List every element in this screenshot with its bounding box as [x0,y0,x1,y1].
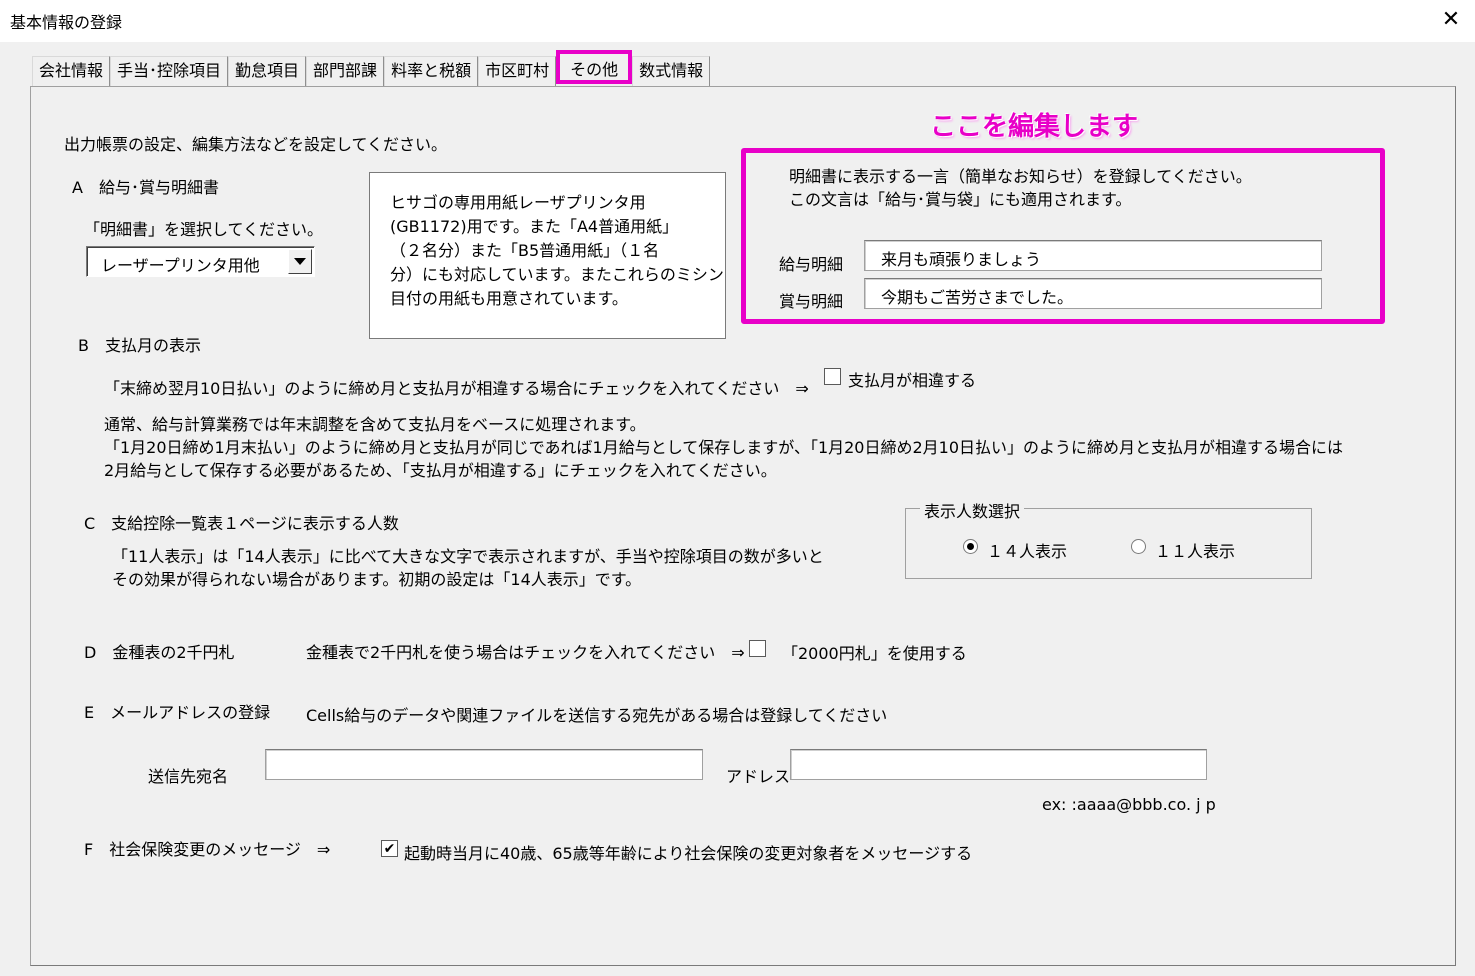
section-f-heading: F 社会保険変更のメッセージ ⇒ [84,840,331,859]
info-line: 目付の用紙も用意されています。 [390,289,628,308]
info-line: ヒサゴの専用用紙レーザプリンタ用 [390,193,646,212]
checkmark-icon: ✔ [383,840,396,857]
people-display-desc-1: 「11人表示」は「14人表示」に比べて大きな文字で表示されますが、手当や控除項目… [112,547,824,566]
payment-note-1: 通常、給与計算業務では年末調整を含めて支払月をベースに処理されます。 [104,415,646,434]
two-thousand-yen-checkbox[interactable] [749,640,766,657]
close-icon[interactable]: ✕ [1438,6,1464,32]
section-a-heading: A 給与･賞与明細書 [72,178,219,197]
recipient-name-input[interactable] [265,749,703,780]
tab-departments[interactable]: 部門部課 [306,56,385,86]
email-instruction: Cells給与のデータや関連ファイルを送信する宛先がある場合は登録してください [306,706,888,725]
info-line: 分）にも対応しています。またこれらのミシン [390,265,724,284]
select-prompt: 「明細書」を選択してください。 [84,220,324,239]
tab-rates-taxes[interactable]: 料率と税額 [384,56,479,86]
people-display-desc-2: その効果が得られない場合があります。初期の設定は「14人表示」です。 [112,570,642,589]
tab-other[interactable]: その他 [556,50,633,84]
people-count-group-title: 表示人数選択 [920,498,1025,522]
payment-note-2: 「1月20日締め1月末払い」のように締め月と支払月が同じであれば1月給与として保… [104,438,1344,457]
edit-here-callout: ここを編集します [930,112,1139,142]
section-d-heading: D 金種表の2千円札 [84,643,235,662]
tab-attendance[interactable]: 勤怠項目 [228,56,307,86]
radio-14-people[interactable] [963,539,978,554]
bonus-message-value: 今期もご苦労さまでした。 [881,288,1074,307]
tab-bar: 会社情報 手当･控除項目 勤怠項目 部門部課 料率と税額 市区町村 その他 数式… [32,50,711,86]
insurance-message-label[interactable]: 起動時当月に40歳、65歳等年齢により社会保険の変更対象者をメッセージする [404,840,972,864]
recipient-name-label: 送信先宛名 [148,767,229,786]
intro-text: 出力帳票の設定、編集方法などを設定してください。 [64,135,448,154]
bonus-message-input[interactable]: 今期もご苦労さまでした。 [864,278,1322,309]
insurance-message-checkbox[interactable]: ✔ [381,840,398,857]
section-b-heading: B 支払月の表示 [78,336,201,355]
payment-month-differs-checkbox[interactable] [824,368,841,385]
section-c-heading: C 支給控除一覧表１ページに表示する人数 [84,514,399,533]
title-bar: 基本情報の登録 ✕ [0,0,1475,42]
combo-value: レーザープリンタ用他 [101,256,260,275]
radio-11-people[interactable] [1131,539,1146,554]
email-address-label: アドレス [726,767,791,786]
payment-note-3: 2月給与として保存する必要があるため、「支払月が相違する」にチェックを入れてくだ… [104,461,777,480]
email-example: ex: :aaaa@bbb.co. j p [1042,795,1216,814]
message-instruction-1: 明細書に表示する一言（簡単なお知らせ）を登録してください。 [789,167,1252,186]
radio-11-label[interactable]: １１人表示 [1155,538,1235,562]
chevron-down-icon[interactable] [288,249,312,274]
salary-message-label: 給与明細 [779,255,844,274]
salary-message-input[interactable]: 来月も頑張りましょう [864,240,1322,271]
info-line: （２名分）また「B5普通用紙」（１名 [390,241,660,260]
tab-formula-info[interactable]: 数式情報 [632,56,711,86]
section-e-heading: E メールアドレスの登録 [84,703,271,722]
paper-info-box: ヒサゴの専用用紙レーザプリンタ用 (GB1172)用です。また「A4普通用紙」 … [369,172,726,339]
tab-allowance-deduction[interactable]: 手当･控除項目 [110,56,229,86]
salary-message-value: 来月も頑張りましょう [881,250,1042,269]
payment-month-differs-label[interactable]: 支払月が相違する [848,367,976,391]
message-instruction-2: この文言は「給与･賞与袋」にも適用されます。 [789,190,1132,209]
email-address-input[interactable] [790,749,1207,780]
radio-14-label[interactable]: １４人表示 [987,538,1067,562]
two-thousand-yen-label[interactable]: 「2000円札」を使用する [782,640,967,664]
payment-month-instruction: 「末締め翌月10日払い」のように締め月と支払月が相違する場合にチェックを入れてく… [104,379,809,398]
statement-type-combo[interactable]: レーザープリンタ用他 [86,246,315,277]
tab-company-info[interactable]: 会社情報 [32,56,111,86]
bonus-message-label: 賞与明細 [779,292,844,311]
two-thousand-yen-instruction: 金種表で2千円札を使う場合はチェックを入れてください ⇒ [306,643,745,662]
window-title: 基本情報の登録 [10,13,123,32]
info-line: (GB1172)用です。また「A4普通用紙」 [390,217,679,236]
tab-municipalities[interactable]: 市区町村 [478,56,557,86]
